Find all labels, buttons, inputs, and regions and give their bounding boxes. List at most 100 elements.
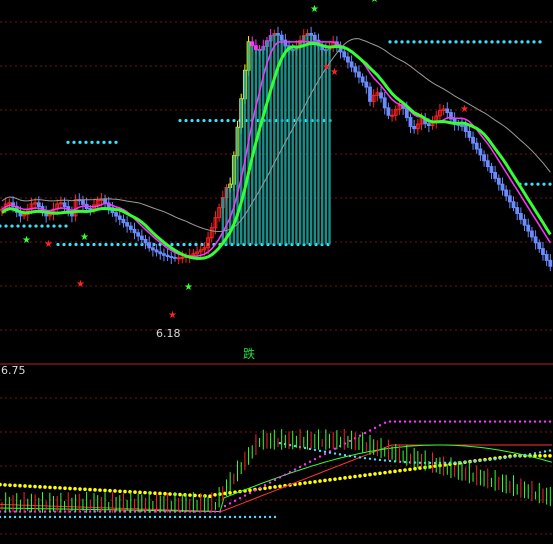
candle-body: [364, 81, 369, 88]
indicator-cyan-dot: [338, 453, 342, 456]
level-dot: [68, 242, 72, 247]
indicator-cyan-dot: [453, 461, 457, 464]
candle-body: [544, 254, 549, 261]
indicator-cyan-dot: [328, 451, 332, 454]
level-dot: [208, 118, 212, 123]
candle-body: [154, 249, 159, 253]
indicator-cyan-dot: [383, 459, 387, 462]
candle-body: [504, 189, 509, 197]
indicator-yellow-dot: [358, 474, 362, 478]
level-dot: [226, 118, 230, 123]
level-dot: [548, 182, 552, 186]
indicator-cyan-dot: [248, 515, 252, 519]
level-dot: [86, 242, 90, 247]
level-dot: [56, 242, 60, 247]
star-marker: ★: [330, 67, 339, 78]
indicator-cyan-dot: [128, 515, 132, 519]
indicator-cyan-dot: [538, 451, 542, 454]
bull-fill-bar: [320, 49, 324, 245]
indicator-yellow-dot: [13, 483, 17, 488]
bull-fill-bar: [236, 127, 239, 245]
indicator-magenta-dot: [28, 510, 32, 513]
indicator-yellow-dot: [58, 486, 62, 490]
candle-body: [99, 198, 104, 201]
indicator-cyan-dot: [243, 515, 247, 519]
signal-label: 跌: [243, 346, 255, 361]
level-dot: [22, 224, 26, 228]
indicator-cyan-dot: [228, 515, 232, 519]
indicator-magenta-dot: [63, 510, 67, 513]
indicator-magenta-dot: [318, 455, 322, 458]
indicator-yellow-dot: [133, 490, 137, 494]
level-dot: [110, 242, 114, 247]
indicator-cyan-dot: [263, 515, 267, 519]
candle-body: [88, 208, 93, 211]
indicator-cyan-dot: [113, 515, 117, 519]
indicator-yellow-dot: [388, 470, 392, 474]
indicator-yellow-dot: [343, 476, 347, 480]
indicator-cyan-dot: [78, 515, 82, 519]
indicator-magenta-dot: [223, 504, 227, 508]
indicator-cyan-dot: [123, 515, 127, 519]
indicator-yellow-dot: [368, 472, 372, 477]
indicator-cyan-dot: [468, 460, 472, 463]
level-dot: [472, 40, 476, 44]
indicator-magenta-dot: [483, 420, 487, 423]
indicator-magenta-dot: [53, 510, 57, 513]
candle-body: [360, 76, 365, 83]
level-dot: [90, 140, 94, 144]
indicator-yellow-dot: [248, 488, 252, 493]
indicator-cyan-dot: [418, 461, 422, 464]
indicator-magenta-dot: [503, 420, 507, 423]
indicator-yellow-dot: [143, 490, 147, 495]
indicator-cyan-dot: [503, 456, 507, 460]
indicator-cyan-dot: [133, 515, 137, 519]
candle-body: [507, 195, 512, 203]
bull-fill-bar: [302, 35, 305, 245]
indicator-magenta-dot: [313, 457, 317, 461]
indicator-cyan-dot: [193, 515, 197, 519]
indicator-cyan-dot: [138, 515, 142, 519]
indicator-magenta-dot: [368, 429, 372, 432]
indicator-cyan-dot: [63, 515, 67, 519]
indicator-yellow-dot: [228, 491, 232, 495]
indicator-magenta-dot: [288, 470, 292, 474]
level-dot: [10, 224, 14, 228]
level-dot: [128, 242, 132, 247]
low-price-label: 6.18: [156, 327, 181, 340]
indicator-magenta-dot: [478, 420, 482, 423]
candle-body: [537, 242, 542, 250]
level-dot: [418, 40, 422, 44]
candle-body: [254, 45, 258, 51]
level-dot: [104, 242, 108, 247]
indicator-magenta-dot: [283, 473, 287, 476]
candle-body: [36, 202, 41, 208]
candle-body: [81, 199, 85, 205]
candle-body: [139, 235, 144, 240]
candle-body: [312, 34, 317, 41]
indicator-magenta-dot: [268, 481, 272, 484]
candle-body: [408, 117, 413, 127]
bull-fill-bar: [317, 45, 320, 245]
indicator-yellow-dot: [123, 489, 127, 494]
indicator-magenta-dot: [168, 510, 172, 513]
bull-fill-bar: [287, 49, 291, 245]
indicator-cyan-dot: [223, 515, 227, 519]
level-dot: [116, 242, 120, 247]
indicator-yellow-dot: [18, 483, 22, 488]
level-dot: [514, 40, 518, 44]
indicator-magenta-dot: [228, 502, 232, 505]
indicator-cyan-dot: [198, 515, 202, 519]
indicator-cyan-dot: [458, 461, 462, 464]
candle-body: [526, 224, 531, 232]
indicator-cyan-dot: [473, 460, 477, 463]
candle-body: [482, 154, 486, 162]
indicator-magenta-dot: [153, 510, 157, 513]
indicator-cyan-dot: [253, 515, 257, 519]
indicator-magenta-dot: [303, 463, 307, 466]
indicator-magenta-dot: [498, 420, 502, 423]
candle-body: [162, 253, 166, 256]
indicator-cyan-dot: [318, 449, 322, 453]
level-dot: [478, 40, 482, 44]
indicator-cyan-dot: [463, 460, 467, 464]
